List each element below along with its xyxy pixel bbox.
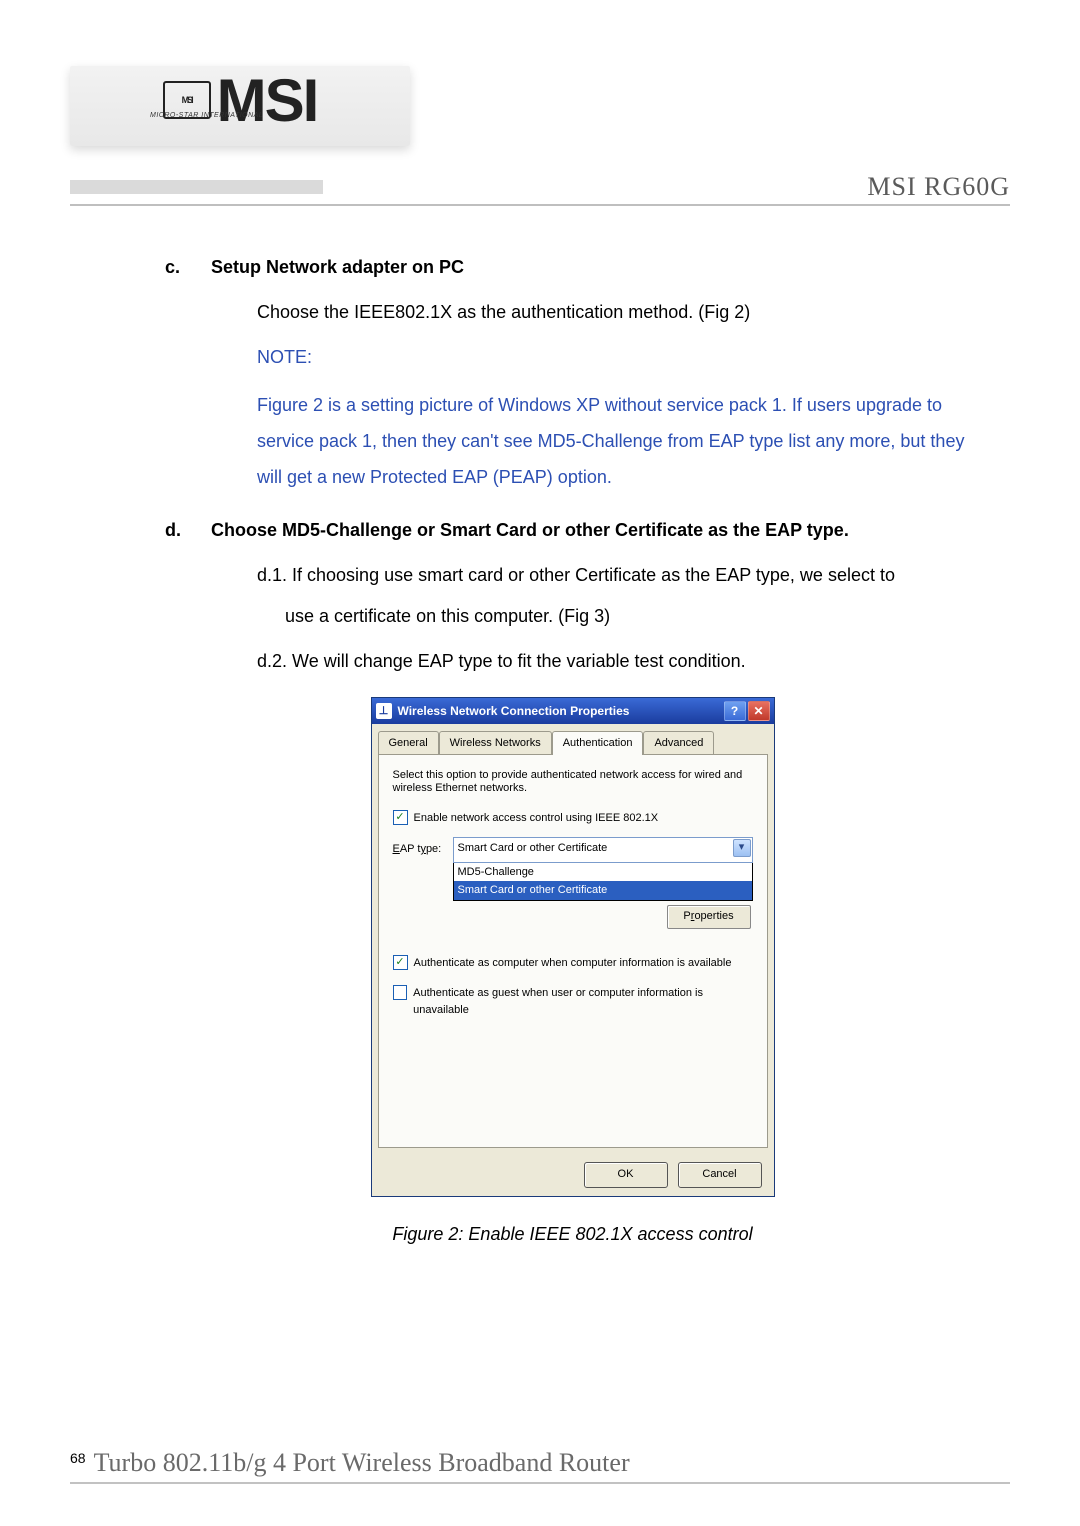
dropdown-arrow-icon[interactable]: ▾	[733, 839, 751, 857]
section-d-letter: d.	[165, 517, 211, 544]
logo-subtitle: MICRO-STAR INTERNATIONAL	[150, 112, 263, 119]
header-rule-bar	[70, 180, 323, 194]
eap-type-value: Smart Card or other Certificate	[458, 842, 608, 854]
auth-description: Select this option to provide authentica…	[393, 769, 753, 797]
eap-type-dropdown[interactable]: MD5-Challenge Smart Card or other Certif…	[453, 863, 753, 901]
enable-8021x-checkbox[interactable]	[393, 810, 408, 825]
section-c-title: Setup Network adapter on PC	[211, 254, 464, 281]
auth-as-computer-row[interactable]: Authenticate as computer when computer i…	[393, 955, 753, 972]
section-d1-line1: d.1. If choosing use smart card or other…	[257, 562, 980, 589]
logo: MSI MSI	[70, 66, 410, 146]
note-heading: NOTE:	[257, 344, 980, 371]
wireless-properties-dialog: ⊥ Wireless Network Connection Properties…	[371, 697, 775, 1197]
document-page: MSI MSI MICRO-STAR INTERNATIONAL MSI RG6…	[0, 0, 1080, 1526]
model-name: MSI RG60G	[323, 172, 1010, 202]
close-button[interactable]: ✕	[748, 701, 770, 721]
eap-option-smartcard[interactable]: Smart Card or other Certificate	[454, 881, 752, 900]
dialog-title: Wireless Network Connection Properties	[398, 702, 722, 720]
dialog-tabs: General Wireless Networks Authentication…	[372, 724, 774, 754]
section-d-title: Choose MD5-Challenge or Smart Card or ot…	[211, 517, 849, 544]
auth-as-computer-label: Authenticate as computer when computer i…	[414, 955, 732, 972]
auth-as-computer-checkbox[interactable]	[393, 955, 408, 970]
section-d2: d.2. We will change EAP type to fit the …	[257, 648, 980, 675]
header-rule: MSI RG60G	[70, 172, 1010, 202]
page-number: 68	[70, 1450, 86, 1466]
auth-as-guest-row[interactable]: Authenticate as guest when user or compu…	[393, 985, 753, 1018]
help-button[interactable]: ?	[724, 701, 746, 721]
ok-button[interactable]: OK	[584, 1162, 668, 1188]
section-d-heading: d. Choose MD5-Challenge or Smart Card or…	[165, 517, 980, 544]
section-c-heading: c. Setup Network adapter on PC	[165, 254, 980, 281]
logo-word: MSI MSI	[163, 66, 318, 135]
section-c-para: Choose the IEEE802.1X as the authenticat…	[257, 299, 980, 326]
note-block: NOTE: Figure 2 is a setting picture of W…	[257, 344, 980, 495]
tab-advanced[interactable]: Advanced	[643, 731, 714, 755]
dialog-button-row: OK Cancel	[372, 1154, 774, 1196]
auth-as-guest-label: Authenticate as guest when user or compu…	[413, 985, 752, 1018]
eap-option-md5[interactable]: MD5-Challenge	[454, 863, 752, 882]
eap-type-row: EAP type: Smart Card or other Certificat…	[393, 837, 753, 863]
section-d1-line2: use a certificate on this computer. (Fig…	[285, 603, 980, 630]
footer-title: Turbo 802.11b/g 4 Port Wireless Broadban…	[94, 1448, 1010, 1478]
note-body: Figure 2 is a setting picture of Windows…	[257, 387, 980, 495]
tab-panel-authentication: Select this option to provide authentica…	[378, 754, 768, 1148]
enable-8021x-label: Enable network access control using IEEE…	[414, 810, 659, 827]
eap-type-select[interactable]: Smart Card or other Certificate ▾	[453, 837, 753, 863]
secondary-options: Authenticate as computer when computer i…	[393, 955, 753, 1019]
figure-2: ⊥ Wireless Network Connection Properties…	[165, 697, 980, 1197]
connection-icon: ⊥	[376, 703, 392, 719]
auth-as-guest-checkbox[interactable]	[393, 985, 408, 1000]
tab-authentication[interactable]: Authentication	[552, 731, 644, 755]
cancel-button[interactable]: Cancel	[678, 1162, 762, 1188]
dialog-titlebar: ⊥ Wireless Network Connection Properties…	[372, 698, 774, 724]
properties-button[interactable]: Properties	[667, 905, 751, 929]
body-content: c. Setup Network adapter on PC Choose th…	[70, 206, 1010, 1248]
logo-text: MSI	[217, 66, 318, 135]
section-c-letter: c.	[165, 254, 211, 281]
figure-caption: Figure 2: Enable IEEE 802.1X access cont…	[165, 1221, 980, 1248]
tab-general[interactable]: General	[378, 731, 439, 755]
footer-rule	[70, 1482, 1010, 1484]
tab-wireless-networks[interactable]: Wireless Networks	[439, 731, 552, 755]
page-footer: 68 Turbo 802.11b/g 4 Port Wireless Broad…	[70, 1448, 1010, 1478]
enable-8021x-row[interactable]: Enable network access control using IEEE…	[393, 810, 753, 827]
eap-type-label: EAP type:	[393, 841, 453, 858]
